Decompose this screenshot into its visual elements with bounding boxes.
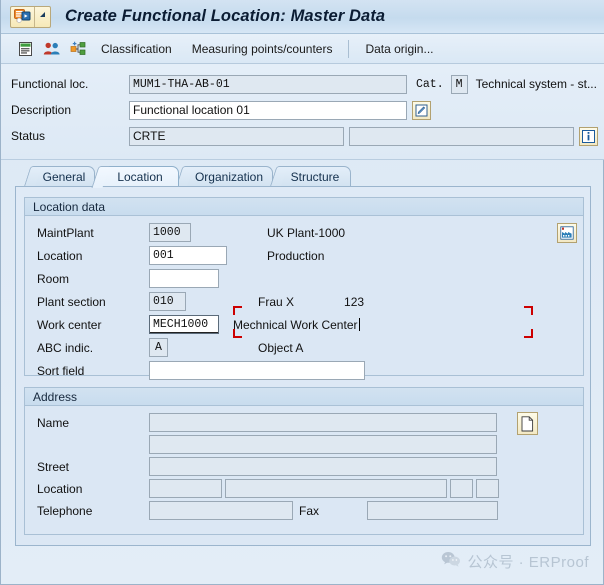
classification-button[interactable]: Classification [91,38,182,60]
status-label: Status [1,129,129,143]
watermark: 公众号 · ERProof [441,551,589,572]
measuring-points-button[interactable]: Measuring points/counters [182,38,343,60]
system-menu-button[interactable] [10,6,51,28]
status-secondary-input[interactable] [349,127,574,146]
plant-section-number: 123 [344,295,364,309]
location-description: Production [267,249,324,263]
category-label: Cat. [416,78,444,91]
new-document-icon[interactable] [517,412,538,435]
abc-indicator-row: ABC indic. Object A [37,337,303,358]
address-group-title: Address [25,388,583,406]
sap-window: Create Functional Location: Master Data [0,0,604,585]
pencil-edit-icon[interactable] [412,101,431,120]
location-label: Location [37,249,149,263]
maintplant-row: MaintPlant UK Plant-1000 [37,222,345,243]
watermark-text: 公众号 · ERProof [467,551,589,572]
address-fax-label: Fax [293,504,367,518]
sap-menu-icon [11,9,34,24]
tab-location-label: Location [117,170,162,184]
work-center-description: Mechnical Work Center [233,318,358,332]
functional-loc-label: Functional loc. [1,77,129,91]
plant-section-label: Plant section [37,295,149,309]
abc-indicator-label: ABC indic. [37,341,149,355]
sort-field-label: Sort field [37,364,149,378]
address-street-label: Street [37,460,149,474]
maintplant-label: MaintPlant [37,226,149,240]
address-location-label: Location [37,482,149,496]
tab-location[interactable]: Location [101,166,179,186]
functional-loc-input[interactable] [129,75,407,94]
address-fax-input[interactable] [367,501,498,520]
factory-plant-icon[interactable] [557,223,577,243]
work-center-label: Work center [37,318,149,332]
room-row: Room [37,268,219,289]
wechat-icon [441,551,461,572]
partners-icon[interactable] [39,38,65,60]
description-input[interactable] [129,101,407,120]
tab-structure[interactable]: Structure [279,166,351,186]
address-name2-input[interactable] [149,435,497,454]
header-form: Functional loc. Cat. Technical system - … [1,64,604,160]
triangle-down-icon[interactable] [35,12,50,21]
tab-strip: General Location Organization Structure [15,166,591,186]
location-row: Location Production [37,245,324,266]
work-center-input[interactable] [149,315,219,334]
address-street-input[interactable] [149,457,497,476]
info-icon[interactable] [579,127,598,146]
toolbar-separator [348,40,349,58]
tab-structure-label: Structure [291,170,340,184]
address-telephone-label: Telephone [37,504,149,518]
address-name-row: Name [37,412,497,433]
work-center-row: Work center Mechnical Work Center [37,314,360,335]
sort-field-row: Sort field [37,360,365,381]
plant-section-person: Frau X [258,295,294,309]
structure-add-icon[interactable] [65,38,91,60]
maintplant-description: UK Plant-1000 [267,226,345,240]
address-location-country-input[interactable] [476,479,499,498]
address-location-row: Location [37,478,499,499]
plant-section-row: Plant section Frau X 123 [37,291,364,312]
address-name-input[interactable] [149,413,497,432]
address-name2-row [37,434,497,455]
address-location-input[interactable] [149,479,222,498]
address-group: Address Name Street [24,387,584,535]
tab-general[interactable]: General [33,166,95,186]
address-street-row: Street [37,456,497,477]
description-row: Description [1,99,604,121]
tab-general-label: General [43,170,86,184]
room-label: Room [37,272,149,286]
category-description: Technical system - st... [476,77,597,91]
tab-organization[interactable]: Organization [185,166,273,186]
room-input[interactable] [149,269,219,288]
location-data-group-title: Location data [25,198,583,216]
title-bar: Create Functional Location: Master Data [1,0,604,34]
selection-corner-top-right [524,306,533,315]
location-data-group: Location data MaintPlant UK Plant-1000 [24,197,584,376]
tab-organization-label: Organization [195,170,263,184]
address-name-label: Name [37,416,149,430]
tab-panel-location: Location data MaintPlant UK Plant-1000 [15,186,591,546]
list-icon[interactable] [13,38,39,60]
category-input[interactable] [451,75,468,94]
plant-section-input[interactable] [149,292,186,311]
abc-indicator-description: Object A [258,341,303,355]
application-toolbar: Classification Measuring points/counters… [1,34,604,64]
page-title: Create Functional Location: Master Data [65,7,385,26]
maintplant-input[interactable] [149,223,191,242]
address-location-city-input[interactable] [225,479,447,498]
abc-indicator-input[interactable] [149,338,168,357]
address-telephone-row: Telephone Fax [37,500,498,521]
status-input[interactable] [129,127,344,146]
status-row: Status [1,125,604,147]
address-telephone-input[interactable] [149,501,293,520]
address-location-region-input[interactable] [450,479,473,498]
functional-loc-row: Functional loc. Cat. Technical system - … [1,73,604,95]
selection-corner-bottom-right [524,329,533,338]
sort-field-input[interactable] [149,361,365,380]
text-caret [359,318,360,331]
data-origin-button[interactable]: Data origin... [355,38,443,60]
location-input[interactable] [149,246,227,265]
description-label: Description [1,103,129,117]
